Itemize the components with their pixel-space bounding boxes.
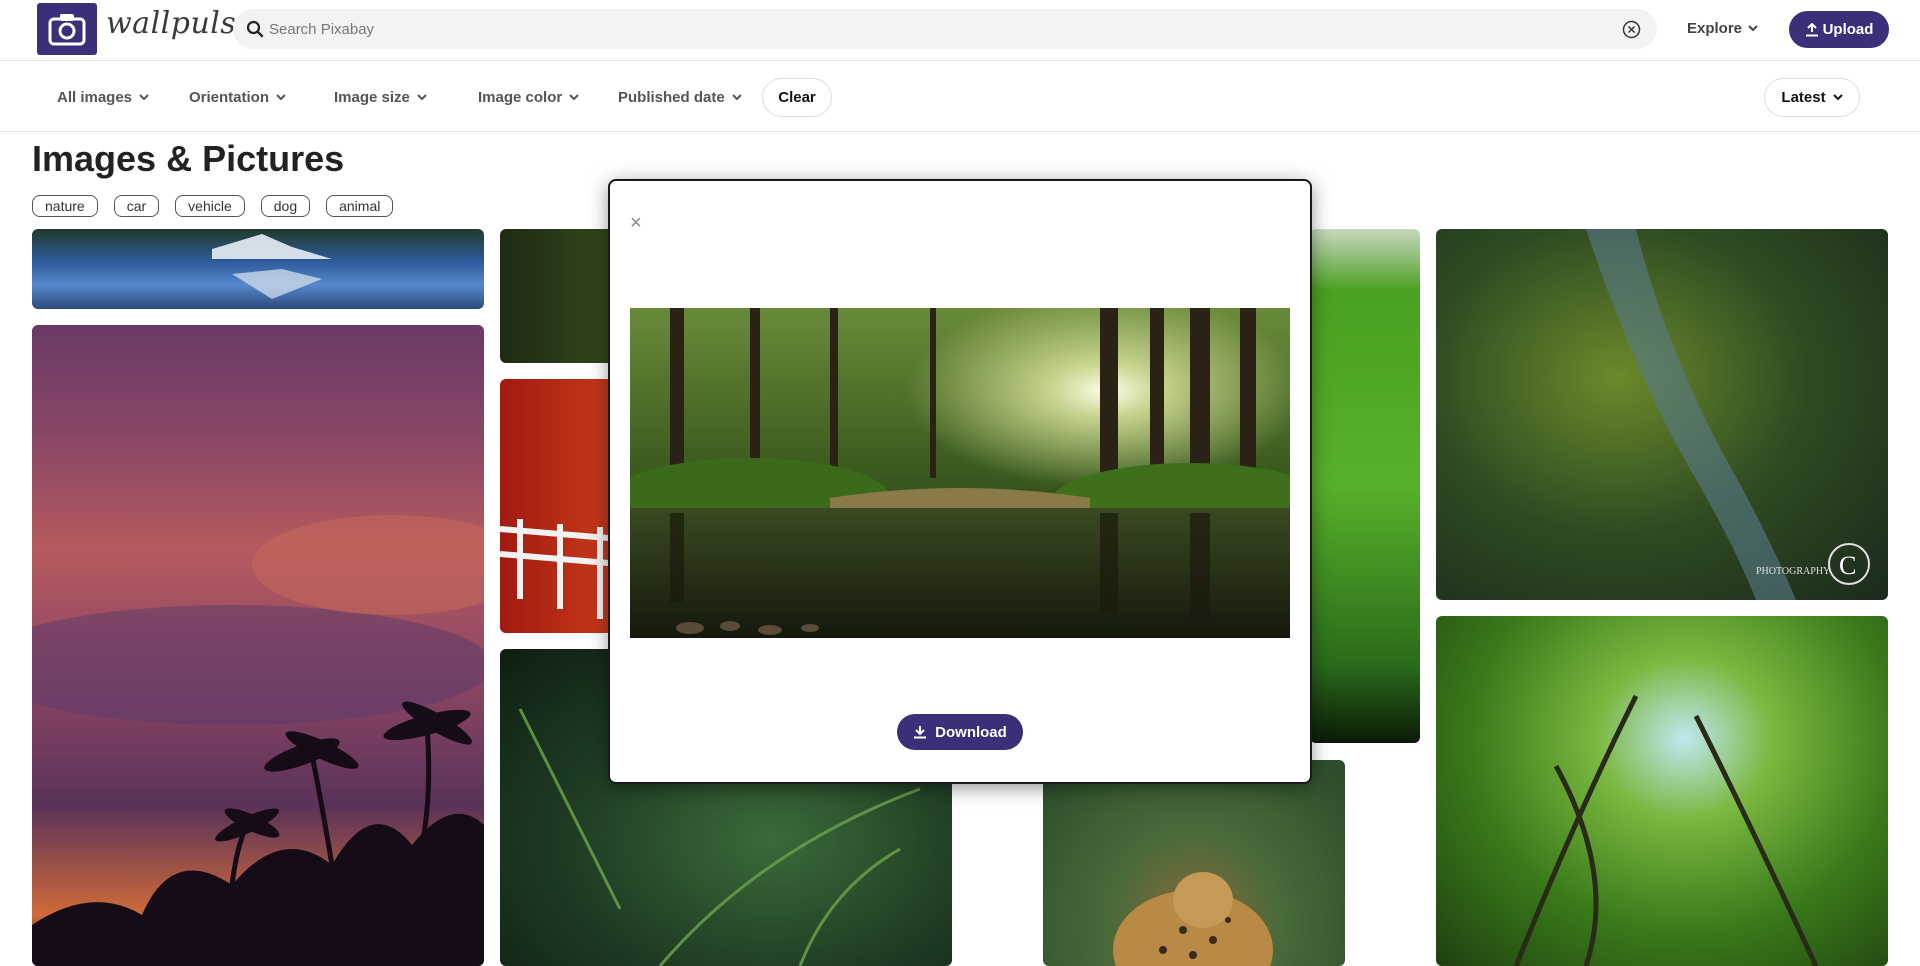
chevron-down-icon (417, 94, 427, 101)
close-icon[interactable]: × (630, 213, 642, 233)
logo-text[interactable]: wallpulse (106, 6, 255, 41)
filter-label: All images (57, 89, 133, 106)
explore-menu[interactable]: Explore (1687, 20, 1758, 37)
clear-filters-button[interactable]: Clear (762, 78, 832, 117)
logo-icon[interactable] (37, 3, 97, 55)
page-title: Images & Pictures (32, 138, 345, 179)
filter-label: Image color (478, 89, 563, 106)
filter-all-images[interactable]: All images (57, 89, 149, 106)
download-label: Download (935, 723, 1007, 741)
filter-label: Image size (334, 89, 410, 106)
tag-list: nature car vehicle dog animal (32, 195, 394, 217)
filter-image-size[interactable]: Image size (334, 89, 427, 106)
tag-car[interactable]: car (113, 195, 160, 217)
filter-image-color[interactable]: Image color (478, 89, 579, 106)
search-icon (246, 20, 264, 43)
filter-bar: All images Orientation Image size Image … (0, 62, 1920, 132)
filter-published-date[interactable]: Published date (618, 89, 742, 106)
upload-icon (1805, 22, 1818, 36)
sort-dropdown[interactable]: Latest (1764, 78, 1860, 117)
tag-animal[interactable]: animal (326, 195, 394, 217)
chevron-down-icon (1748, 25, 1758, 32)
chevron-down-icon (139, 94, 149, 101)
clear-search-icon[interactable] (1622, 20, 1641, 44)
watermark-text: PHOTOGRAPHY (1756, 566, 1830, 577)
search-bar (233, 9, 1657, 49)
download-button[interactable]: Download (897, 714, 1023, 750)
filter-orientation[interactable]: Orientation (189, 89, 286, 106)
chevron-down-icon (731, 94, 742, 101)
filter-label: Orientation (189, 89, 270, 106)
sort-label: Latest (1781, 89, 1826, 106)
upload-button[interactable]: Upload (1789, 11, 1889, 48)
tag-vehicle[interactable]: vehicle (175, 195, 245, 217)
filter-label: Published date (618, 89, 725, 106)
search-input[interactable] (269, 9, 1569, 49)
tag-nature[interactable]: nature (32, 195, 98, 217)
top-header: wallpulse Explore Upload (0, 0, 1920, 61)
explore-label: Explore (1687, 20, 1743, 37)
chevron-down-icon (1832, 94, 1843, 101)
gallery-image-leopard[interactable] (1043, 760, 1345, 966)
gallery-image-mossy-canyon[interactable]: PHOTOGRAPHY C (1436, 229, 1888, 600)
watermark-letter: C (1839, 551, 1856, 580)
preview-image (630, 308, 1290, 638)
gallery-image-green-field[interactable] (1310, 229, 1420, 743)
upload-label: Upload (1822, 21, 1874, 38)
gallery-image-mountain-lake[interactable] (32, 229, 484, 309)
gallery-image-sunset-palms[interactable] (32, 325, 484, 966)
download-icon (914, 726, 927, 739)
tag-dog[interactable]: dog (260, 195, 311, 217)
chevron-down-icon (276, 94, 286, 101)
chevron-down-icon (569, 94, 579, 101)
image-preview-modal: × Download (610, 181, 1310, 782)
gallery-image-tree-canopy[interactable] (1436, 616, 1888, 966)
